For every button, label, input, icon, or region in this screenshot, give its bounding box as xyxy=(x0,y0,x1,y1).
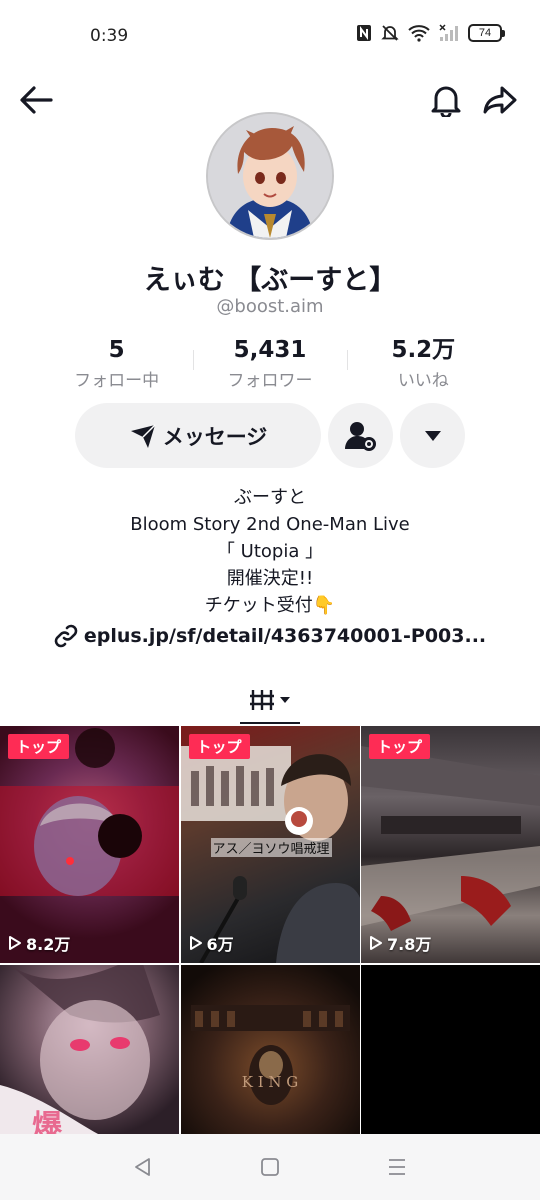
likes-count: 5.2万 xyxy=(391,337,456,363)
caret-down-icon xyxy=(424,430,441,441)
view-count-text: 6万 xyxy=(206,935,234,954)
following-stat[interactable]: 5 フォロー中 xyxy=(40,336,193,392)
video-thumbnail[interactable]: K I N G xyxy=(180,965,360,1134)
tab-videos[interactable] xyxy=(240,676,300,724)
content-tabs xyxy=(0,676,540,724)
link-icon xyxy=(54,624,78,648)
top-badge: トップ xyxy=(8,734,70,759)
view-count: 7.8万 xyxy=(369,931,431,955)
signal-icon xyxy=(439,24,459,42)
user-settings-icon xyxy=(344,421,376,451)
share-button[interactable] xyxy=(478,78,522,122)
message-button[interactable]: メッセージ xyxy=(75,403,321,468)
system-home-button[interactable] xyxy=(250,1147,290,1187)
system-navigation-bar xyxy=(0,1134,540,1200)
thumbnail-caption: K I N G xyxy=(241,1073,299,1091)
battery-indicator: 74 xyxy=(468,24,505,42)
video-thumbnail[interactable]: トップ アス／ヨソウ唱戒理 6万 xyxy=(180,726,360,963)
bell-icon xyxy=(431,86,461,117)
message-button-label: メッセージ xyxy=(162,424,268,449)
video-thumbnail[interactable]: トップ 8.2万 xyxy=(0,726,179,963)
triangle-back-icon xyxy=(135,1158,151,1176)
top-badge: トップ xyxy=(188,734,250,759)
bio-line: 開催決定!! xyxy=(226,568,314,589)
follow-settings-button[interactable] xyxy=(328,403,393,468)
status-icons: 74 xyxy=(356,24,505,42)
thumbnail-caption: アス／ヨソウ唱戒理 xyxy=(210,838,332,857)
back-button[interactable] xyxy=(14,78,58,122)
thumbnail-art xyxy=(361,746,540,931)
bio-line: Bloom Story 2nd One-Man Live xyxy=(130,514,410,535)
status-time: 0:39 xyxy=(90,26,129,46)
followers-count: 5,431 xyxy=(233,337,307,363)
system-back-button[interactable] xyxy=(123,1147,163,1187)
profile-avatar[interactable] xyxy=(206,112,334,240)
following-label: フォロー中 xyxy=(74,371,160,391)
profile-actions: メッセージ xyxy=(0,403,540,469)
thumbnail-caption: 爆 xyxy=(32,1109,62,1134)
play-icon xyxy=(9,936,21,950)
display-name: えぃむ 【ぶーすと】 xyxy=(143,265,397,296)
play-icon xyxy=(370,936,382,950)
followers-stat[interactable]: 5,431 フォロワー xyxy=(193,336,346,392)
profile-stats: 5 フォロー中 5,431 フォロワー 5.2万 いいね xyxy=(40,336,500,392)
share-arrow-icon xyxy=(483,86,517,114)
system-recents-button[interactable] xyxy=(377,1147,417,1187)
view-count: 6万 xyxy=(189,931,234,955)
profile-bio: ぶーすと Bloom Story 2nd One-Man Live 「 Utop… xyxy=(0,484,540,619)
grid-icon xyxy=(250,690,274,710)
play-icon xyxy=(189,936,202,950)
following-count: 5 xyxy=(108,337,125,363)
status-bar: 0:39 74 xyxy=(0,0,540,72)
bio-link-text: eplus.jp/sf/detail/4363740001-P003... xyxy=(83,625,487,647)
video-grid: トップ 8.2万 トップ アス／ヨソウ唱戒理 6万 トップ 7.8万 爆 K I… xyxy=(0,726,540,1134)
tab-underline xyxy=(240,722,300,724)
bio-line: 「 Utopia 」 xyxy=(216,541,324,562)
avatar-illustration xyxy=(208,114,332,238)
video-thumbnail[interactable]: トップ 7.8万 xyxy=(361,726,540,963)
video-thumbnail[interactable]: 爆 xyxy=(0,965,179,1134)
nfc-icon xyxy=(356,24,372,42)
thumbnail-art xyxy=(190,1005,350,1105)
wifi-icon xyxy=(408,24,430,42)
bio-link[interactable]: eplus.jp/sf/detail/4363740001-P003... xyxy=(0,624,540,648)
video-thumbnail[interactable] xyxy=(361,965,540,1134)
thumbnail-art xyxy=(0,728,179,896)
view-count: 8.2万 xyxy=(8,931,70,955)
view-count-text: 8.2万 xyxy=(26,935,71,954)
followers-label: フォロワー xyxy=(227,371,313,391)
view-count-text: 7.8万 xyxy=(387,935,432,954)
bio-line: チケット受付👇 xyxy=(204,595,336,616)
tab-caret-icon xyxy=(280,697,290,703)
more-options-button[interactable] xyxy=(400,403,465,468)
likes-label: いいね xyxy=(397,371,449,391)
thumbnail-art xyxy=(0,965,160,1134)
menu-lines-icon xyxy=(388,1159,405,1175)
top-badge: トップ xyxy=(369,734,431,759)
bell-muted-icon xyxy=(381,24,399,42)
username: @boost.aim xyxy=(216,296,324,317)
notification-bell-button[interactable] xyxy=(424,78,468,122)
square-home-icon xyxy=(261,1158,279,1176)
bio-line: ぶーすと xyxy=(234,487,306,508)
send-icon xyxy=(130,423,156,448)
back-arrow-icon xyxy=(20,86,53,114)
likes-stat[interactable]: 5.2万 いいね xyxy=(346,336,500,392)
